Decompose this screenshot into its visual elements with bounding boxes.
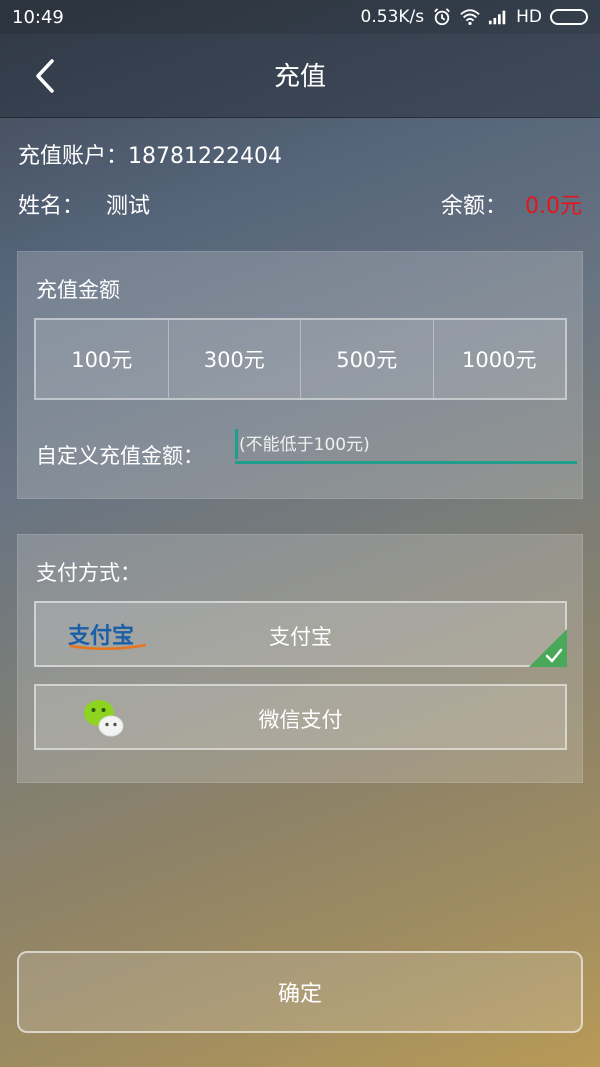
account-number: 18781222404 (128, 144, 282, 169)
alipay-label: 支付宝 (269, 625, 332, 649)
page-title: 充值 (273, 62, 326, 92)
payment-option-wechat[interactable]: 微信支付 (34, 684, 567, 750)
custom-amount-label: 自定义充值金额： (36, 444, 204, 468)
confirm-button[interactable]: 确定 (17, 951, 583, 1033)
alarm-icon (434, 8, 450, 26)
status-icons: 0.53K/s HD (361, 7, 588, 27)
network-type: HD (516, 7, 542, 27)
payment-option-alipay[interactable]: 支付宝 支付宝 (34, 601, 567, 667)
amount-option-1000[interactable]: 1000元 (434, 320, 566, 398)
custom-amount-input[interactable] (235, 428, 577, 464)
text-cursor (235, 429, 238, 459)
amount-options: 100元 300元 500元 1000元 (34, 318, 567, 400)
status-time: 10:49 (12, 6, 64, 28)
account-line: 充值账户：18781222404 (18, 138, 282, 170)
amount-option-500[interactable]: 500元 (301, 320, 434, 398)
battery-icon (550, 9, 588, 25)
payment-method-label: 支付方式： (36, 561, 141, 585)
selected-check-icon (529, 629, 567, 667)
wifi-icon (460, 9, 480, 25)
name-value: 测试 (106, 194, 151, 219)
nav-bar: 充值 (0, 34, 600, 118)
amount-option-300[interactable]: 300元 (169, 320, 301, 398)
recharge-amount-panel: 充值金额 100元 300元 500元 1000元 自定义充值金额： (17, 251, 583, 499)
status-bar: 10:49 0.53K/s HD (0, 0, 600, 34)
balance-line: 余额： 0.0元 (441, 188, 582, 220)
recharge-amount-label: 充值金额 (36, 278, 120, 302)
network-speed: 0.53K/s (360, 7, 425, 27)
name-line: 姓名： 测试 (18, 188, 150, 220)
wechat-pay-label: 微信支付 (258, 708, 343, 732)
balance-label: 余额： (440, 194, 507, 219)
amount-option-100[interactable]: 100元 (36, 320, 169, 398)
name-label: 姓名： (18, 194, 85, 219)
signal-icon (489, 10, 506, 25)
payment-method-panel: 支付方式： 支付宝 支付宝 微信支付 (17, 534, 583, 783)
balance-value: 0.0元 (525, 194, 582, 219)
account-label: 充值账户： (18, 144, 129, 169)
